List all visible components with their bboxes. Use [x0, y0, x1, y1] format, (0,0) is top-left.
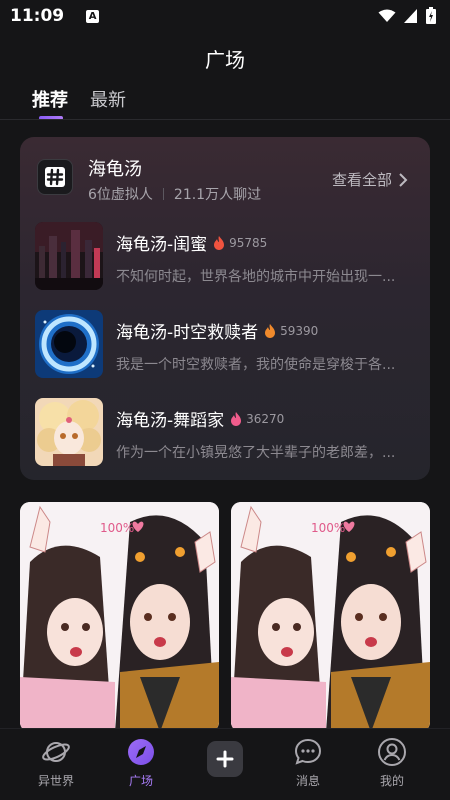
- character-illustration: 100%: [231, 502, 430, 732]
- nav-label: 广场: [128, 774, 153, 788]
- item-description: 作为一个在小镇晃悠了大半辈子的老郎差，...: [116, 445, 396, 461]
- status-bar: 11:09 A: [0, 0, 450, 32]
- tab-recommended[interactable]: 推荐: [32, 86, 68, 120]
- topic-title: 海龟汤: [88, 159, 142, 180]
- topic-card: 海龟汤 6位虚拟人 21.1万人聊过 查看全部 海龟汤-闺蜜 95785 不知何…: [20, 137, 430, 480]
- item-title: 海龟汤-闺蜜: [116, 235, 208, 255]
- chevron-right-icon: [399, 172, 408, 187]
- character-illustration: 100%: [20, 502, 219, 732]
- planet-icon: [42, 742, 70, 762]
- virtual-count: 6位虚拟人: [88, 187, 153, 203]
- view-all-label: 查看全部: [331, 171, 392, 189]
- status-icons: [378, 7, 436, 24]
- badge-text: 100%: [311, 521, 345, 535]
- item-title-row: 海龟汤-闺蜜 95785: [116, 230, 267, 255]
- wifi-icon: [378, 9, 396, 22]
- nav-item-messages[interactable]: 消息: [268, 737, 348, 789]
- signal-icon: [404, 8, 417, 23]
- item-description: 我是一个时空救赎者，我的使命是穿梭于各...: [116, 357, 396, 373]
- nav-item-create[interactable]: [185, 737, 265, 777]
- item-count: 36270: [246, 411, 285, 426]
- topic-meta: 6位虚拟人 21.1万人聊过: [88, 184, 261, 204]
- badge-text: 100%: [100, 521, 134, 535]
- item-thumbnail: [35, 222, 103, 290]
- header-divider: [0, 119, 450, 120]
- gallery-card[interactable]: 100%: [20, 502, 219, 732]
- item-thumbnail: [35, 310, 103, 378]
- item-count: 59390: [280, 323, 319, 338]
- hashtag-icon: [37, 159, 73, 195]
- item-title-row: 海龟汤-时空救赎者 59390: [116, 318, 318, 343]
- tab-latest[interactable]: 最新: [90, 86, 126, 112]
- nav-item-profile[interactable]: 我的: [352, 737, 432, 789]
- compass-icon: [128, 739, 154, 765]
- nav-label: 消息: [295, 774, 320, 788]
- nav-item-other-world[interactable]: 异世界: [16, 737, 96, 789]
- nav-item-square[interactable]: 广场: [101, 737, 181, 789]
- fire-icon: [214, 235, 225, 250]
- item-description: 不知何时起，世界各地的城市中开始出现一...: [116, 269, 396, 285]
- profile-icon: [378, 738, 406, 766]
- nav-label: 我的: [379, 774, 404, 788]
- bottom-nav: 异世界 广场 消息 我的: [0, 728, 450, 800]
- list-item[interactable]: 海龟汤-舞蹈家 36270 作为一个在小镇晃悠了大半辈子的老郎差，...: [35, 398, 415, 468]
- chat-count: 21.1万人聊过: [173, 187, 262, 203]
- list-item[interactable]: 海龟汤-闺蜜 95785 不知何时起，世界各地的城市中开始出现一...: [35, 222, 415, 292]
- item-title: 海龟汤-舞蹈家: [116, 411, 225, 431]
- tab-bar: 推荐 最新: [32, 86, 126, 120]
- gallery-card[interactable]: 100%: [231, 502, 430, 732]
- notification-icon: A: [86, 9, 100, 23]
- list-item[interactable]: 海龟汤-时空救赎者 59390 我是一个时空救赎者，我的使命是穿梭于各...: [35, 310, 415, 380]
- status-time: 11:09: [10, 6, 65, 26]
- battery-icon: [426, 7, 436, 24]
- plus-icon: [207, 741, 243, 777]
- fire-icon: [265, 323, 276, 338]
- nav-label: 异世界: [37, 774, 74, 788]
- message-icon: [294, 738, 322, 765]
- view-all-link[interactable]: 查看全部: [332, 169, 408, 190]
- meta-separator: [162, 188, 164, 200]
- fire-icon: [231, 411, 242, 426]
- item-thumbnail: [35, 398, 103, 466]
- page-title: 广场: [205, 48, 245, 72]
- item-count: 95785: [229, 235, 268, 250]
- item-title: 海龟汤-时空救赎者: [116, 323, 259, 343]
- item-title-row: 海龟汤-舞蹈家 36270: [116, 406, 284, 431]
